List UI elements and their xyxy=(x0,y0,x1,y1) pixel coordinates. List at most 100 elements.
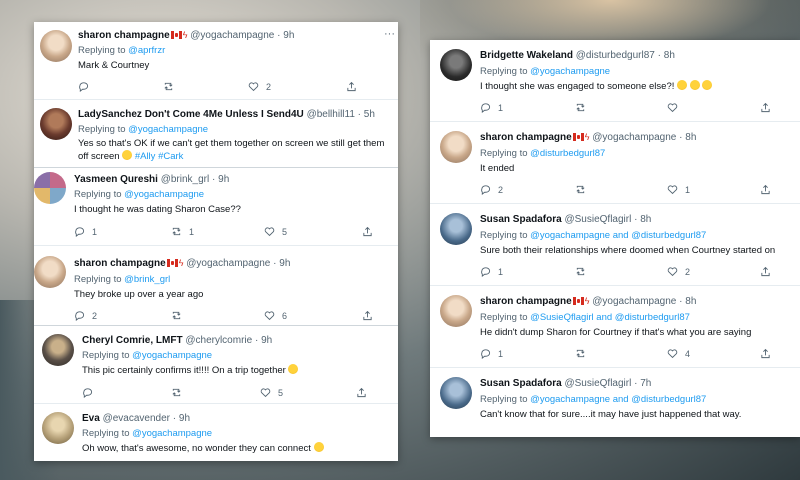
share-button[interactable] xyxy=(362,226,373,237)
like-button[interactable] xyxy=(667,102,685,113)
like-button[interactable]: 5 xyxy=(264,226,287,237)
retweet-button[interactable] xyxy=(575,348,593,359)
display-name[interactable]: Susan Spadafora xyxy=(480,214,562,225)
tweet[interactable]: Bridgette Wakeland @disturbedgurl87 · 8h… xyxy=(430,40,800,122)
tweet[interactable]: Eva @evacavender · 9h Replying to @yogac… xyxy=(34,404,398,461)
avatar[interactable] xyxy=(440,49,472,81)
mention-link[interactable]: @brink_grl xyxy=(124,274,170,285)
more-options-icon[interactable]: ··· xyxy=(384,28,395,40)
retweet-button[interactable]: 1 xyxy=(171,226,194,237)
timestamp[interactable]: 5h xyxy=(364,109,375,120)
retweet-button[interactable] xyxy=(575,102,593,113)
reply-button[interactable]: 1 xyxy=(480,348,503,359)
display-name[interactable]: Eva xyxy=(82,413,100,424)
display-name[interactable]: Bridgette Wakeland xyxy=(480,50,573,61)
avatar[interactable] xyxy=(42,334,74,366)
mention-link[interactable]: @yogachampagne xyxy=(128,124,208,135)
hashtag-link[interactable]: #Ally xyxy=(135,151,156,162)
tweet[interactable]: Yasmeen Qureshi @brink_grl · 9h Replying… xyxy=(34,168,398,246)
mention-link[interactable]: @yogachampagne xyxy=(124,189,204,200)
retweet-button[interactable] xyxy=(575,184,593,195)
reply-button[interactable]: 2 xyxy=(480,184,503,195)
like-button[interactable]: 2 xyxy=(667,266,690,277)
mention-link[interactable]: @yogachampagne xyxy=(530,66,610,77)
like-button[interactable]: 5 xyxy=(260,387,283,398)
share-button[interactable] xyxy=(760,102,771,113)
share-button[interactable] xyxy=(362,310,373,321)
timestamp[interactable]: 9h xyxy=(218,174,229,185)
handle[interactable]: @brink_grl xyxy=(161,174,210,185)
display-name[interactable]: sharon champagne xyxy=(480,132,572,143)
reply-button[interactable]: 1 xyxy=(74,226,97,237)
like-button[interactable]: 4 xyxy=(667,348,690,359)
reply-button[interactable]: 1 xyxy=(480,102,503,113)
reply-button[interactable]: 2 xyxy=(74,310,97,321)
like-button[interactable]: 6 xyxy=(264,310,287,321)
mention-link[interactable]: @yogachampagne xyxy=(132,350,212,361)
mention-link[interactable]: @yogachampagne and @disturbedgurl87 xyxy=(530,394,706,405)
tweet[interactable]: Susan Spadafora @SusieQflagirl · 7h Repl… xyxy=(430,368,800,437)
tweet[interactable]: Susan Spadafora @SusieQflagirl · 8h Repl… xyxy=(430,204,800,286)
avatar[interactable] xyxy=(440,295,472,327)
display-name[interactable]: LadySanchez Don't Come 4Me Unless I Send… xyxy=(78,109,304,120)
display-name[interactable]: Susan Spadafora xyxy=(480,378,562,389)
share-button[interactable] xyxy=(760,184,771,195)
handle[interactable]: @yogachampagne xyxy=(592,296,676,307)
tweet[interactable]: sharon champagne ϟ @yogachampagne · 8h Re… xyxy=(430,122,800,204)
handle[interactable]: @bellhill11 xyxy=(307,109,355,120)
retweet-button[interactable] xyxy=(163,81,181,92)
avatar[interactable] xyxy=(440,131,472,163)
handle[interactable]: @yogachampagne xyxy=(592,132,676,143)
display-name[interactable]: Cheryl Comrie, LMFT xyxy=(82,335,183,346)
timestamp[interactable]: 9h xyxy=(283,30,294,41)
display-name[interactable]: sharon champagne xyxy=(480,296,572,307)
timestamp[interactable]: 8h xyxy=(664,50,675,61)
tweet[interactable]: Cheryl Comrie, LMFT @cherylcomrie · 9h R… xyxy=(34,326,398,404)
timestamp[interactable]: 9h xyxy=(179,413,190,424)
mention-link[interactable]: @SusieQflagirl and @disturbedgurl87 xyxy=(530,312,690,323)
display-name[interactable]: Yasmeen Qureshi xyxy=(74,174,158,185)
handle[interactable]: @SusieQflagirl xyxy=(564,378,631,389)
share-button[interactable] xyxy=(346,81,357,92)
handle[interactable]: @cherylcomrie xyxy=(185,335,252,346)
mention-link[interactable]: @yogachampagne xyxy=(132,428,212,439)
display-name[interactable]: sharon champagne xyxy=(78,30,170,41)
display-name[interactable]: sharon champagne xyxy=(74,258,166,269)
retweet-button[interactable] xyxy=(171,387,189,398)
tweet[interactable]: sharon champagne ϟ @yogachampagne · 9h ··… xyxy=(34,22,398,100)
share-button[interactable] xyxy=(356,387,367,398)
tweet[interactable]: sharon champagne ϟ @yogachampagne · 8h Re… xyxy=(430,286,800,368)
like-button[interactable]: 2 xyxy=(248,81,271,92)
avatar[interactable] xyxy=(40,30,72,62)
retweet-button[interactable] xyxy=(575,266,593,277)
timestamp[interactable]: 8h xyxy=(685,132,696,143)
timestamp[interactable]: 7h xyxy=(640,378,651,389)
share-button[interactable] xyxy=(760,266,771,277)
avatar[interactable] xyxy=(440,213,472,245)
timestamp[interactable]: 8h xyxy=(685,296,696,307)
reply-button[interactable] xyxy=(82,387,100,398)
like-button[interactable]: 1 xyxy=(667,184,690,195)
share-button[interactable] xyxy=(760,348,771,359)
tweet[interactable]: sharon champagne ϟ @yogachampagne · 9h Re… xyxy=(34,246,398,326)
handle[interactable]: @yogachampagne xyxy=(190,30,274,41)
avatar[interactable] xyxy=(440,377,472,409)
handle[interactable]: @evacavender xyxy=(103,413,170,424)
avatar[interactable] xyxy=(34,256,66,288)
timestamp[interactable]: 9h xyxy=(279,258,290,269)
handle[interactable]: @disturbedgurl87 xyxy=(576,50,655,61)
avatar[interactable] xyxy=(40,108,72,140)
handle[interactable]: @yogachampagne xyxy=(186,258,270,269)
reply-button[interactable] xyxy=(78,81,96,92)
mention-link[interactable]: @aprfrzr xyxy=(128,45,165,56)
retweet-button[interactable] xyxy=(171,310,189,321)
avatar[interactable] xyxy=(34,172,66,204)
handle[interactable]: @SusieQflagirl xyxy=(564,214,631,225)
hashtag-link[interactable]: #Cark xyxy=(158,151,183,162)
mention-link[interactable]: @disturbedgurl87 xyxy=(530,148,605,159)
timestamp[interactable]: 9h xyxy=(261,335,272,346)
tweet[interactable]: LadySanchez Don't Come 4Me Unless I Send… xyxy=(34,100,398,168)
avatar[interactable] xyxy=(42,412,74,444)
reply-button[interactable]: 1 xyxy=(480,266,503,277)
mention-link[interactable]: @yogachampagne and @disturbedgurl87 xyxy=(530,230,706,241)
